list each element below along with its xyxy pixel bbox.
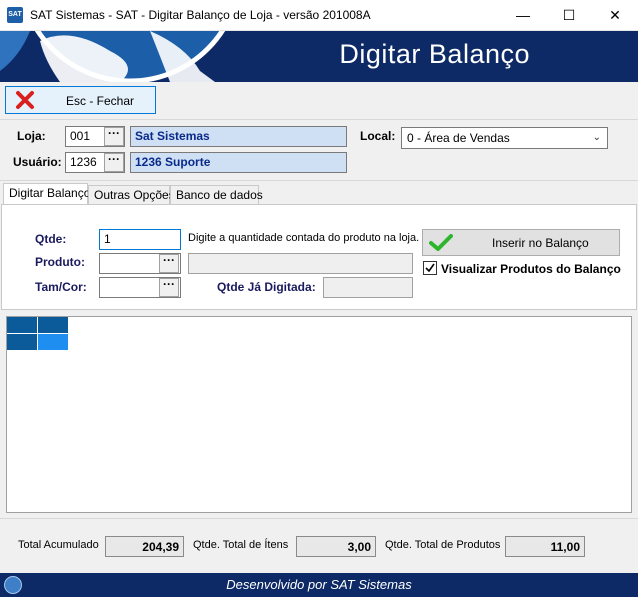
tab-digitar-balanco[interactable]: Digitar Balanço bbox=[3, 183, 90, 205]
local-select[interactable]: 0 - Área de Vendas ⌄ bbox=[401, 127, 608, 149]
qtde-itens-label: Qtde. Total de Ítens bbox=[193, 539, 289, 551]
qtde-label: Qtde: bbox=[35, 232, 67, 246]
produto-lookup-button[interactable]: ··· bbox=[159, 254, 179, 273]
tab-outras-opcoes[interactable]: Outras Opções bbox=[88, 185, 175, 205]
close-x-icon bbox=[16, 91, 34, 109]
chevron-down-icon: ⌄ bbox=[592, 132, 601, 143]
qtde-hint-text: Digite a quantidade contada do produto n… bbox=[188, 232, 420, 244]
inserir-balanco-button[interactable]: Inserir no Balanço bbox=[422, 229, 620, 256]
usuario-name-field: 1236 Suporte bbox=[130, 152, 347, 173]
tamcor-label: Tam/Cor: bbox=[35, 280, 87, 294]
grid-header-cell bbox=[38, 317, 69, 334]
close-window-button[interactable]: ✕ bbox=[592, 0, 638, 31]
esc-close-label: Esc - Fechar bbox=[66, 94, 135, 108]
app-icon: SAT bbox=[7, 7, 23, 23]
footer-text: Desenvolvido por SAT Sistemas bbox=[226, 577, 412, 592]
tamcor-lookup-button[interactable]: ··· bbox=[159, 278, 179, 297]
toolbar: Esc - Fechar bbox=[0, 82, 638, 120]
produto-label: Produto: bbox=[35, 255, 85, 269]
total-acumulado-value: 204,39 bbox=[105, 536, 184, 557]
tab-banco-de-dados[interactable]: Banco de dados bbox=[170, 185, 263, 205]
footer-bar: Desenvolvido por SAT Sistemas bbox=[0, 573, 638, 597]
banner-title: Digitar Balanço bbox=[339, 39, 530, 69]
qtde-itens-value: 3,00 bbox=[296, 536, 376, 557]
local-select-value: 0 - Área de Vendas bbox=[407, 131, 510, 145]
checkmark-icon bbox=[429, 234, 453, 251]
total-acumulado-label: Total Acumulado bbox=[18, 539, 99, 551]
local-label: Local: bbox=[360, 129, 396, 143]
balanco-grid[interactable] bbox=[6, 316, 632, 513]
globe-graphic bbox=[0, 31, 226, 82]
visualizar-label: Visualizar Produtos do Balanço bbox=[441, 262, 621, 276]
header-fields: Loja: 001 ··· Sat Sistemas Local: 0 - Ár… bbox=[0, 121, 638, 181]
qtde-produtos-label: Qtde. Total de Produtos bbox=[385, 539, 501, 551]
qtde-produtos-value: 11,00 bbox=[505, 536, 585, 557]
loja-lookup-button[interactable]: ··· bbox=[104, 127, 124, 146]
qtde-ja-digitada-field bbox=[323, 277, 413, 298]
esc-close-button[interactable]: Esc - Fechar bbox=[5, 86, 156, 114]
maximize-button[interactable]: ☐ bbox=[546, 0, 592, 31]
header-banner: Digitar Balanço bbox=[0, 31, 638, 82]
visualizar-checkbox[interactable] bbox=[423, 261, 437, 275]
qtde-input[interactable]: 1 bbox=[99, 229, 181, 250]
totals-bar: Total Acumulado 204,39 Qtde. Total de Ít… bbox=[0, 518, 638, 570]
usuario-lookup-button[interactable]: ··· bbox=[104, 153, 124, 172]
tab-panel-digitar: Qtde: 1 Digite a quantidade contada do p… bbox=[1, 204, 637, 310]
usuario-label: Usuário: bbox=[13, 155, 62, 169]
check-mark-icon bbox=[425, 263, 435, 273]
produto-description-field bbox=[188, 253, 413, 274]
minimize-button[interactable]: — bbox=[500, 0, 546, 31]
grid-header-cell bbox=[7, 317, 38, 334]
loja-name-field: Sat Sistemas bbox=[130, 126, 347, 147]
qtde-ja-digitada-label: Qtde Já Digitada: bbox=[217, 280, 316, 294]
inserir-balanco-label: Inserir no Balanço bbox=[492, 236, 589, 250]
loja-label: Loja: bbox=[17, 129, 46, 143]
title-bar: SAT SAT Sistemas - SAT - Digitar Balanço… bbox=[0, 0, 638, 31]
grid-selected-cell[interactable] bbox=[38, 334, 69, 351]
grid-row-indicator bbox=[7, 334, 38, 351]
window-title: SAT Sistemas - SAT - Digitar Balanço de … bbox=[30, 8, 371, 22]
tab-bar: Digitar Balanço Outras Opções Banco de d… bbox=[0, 183, 638, 205]
